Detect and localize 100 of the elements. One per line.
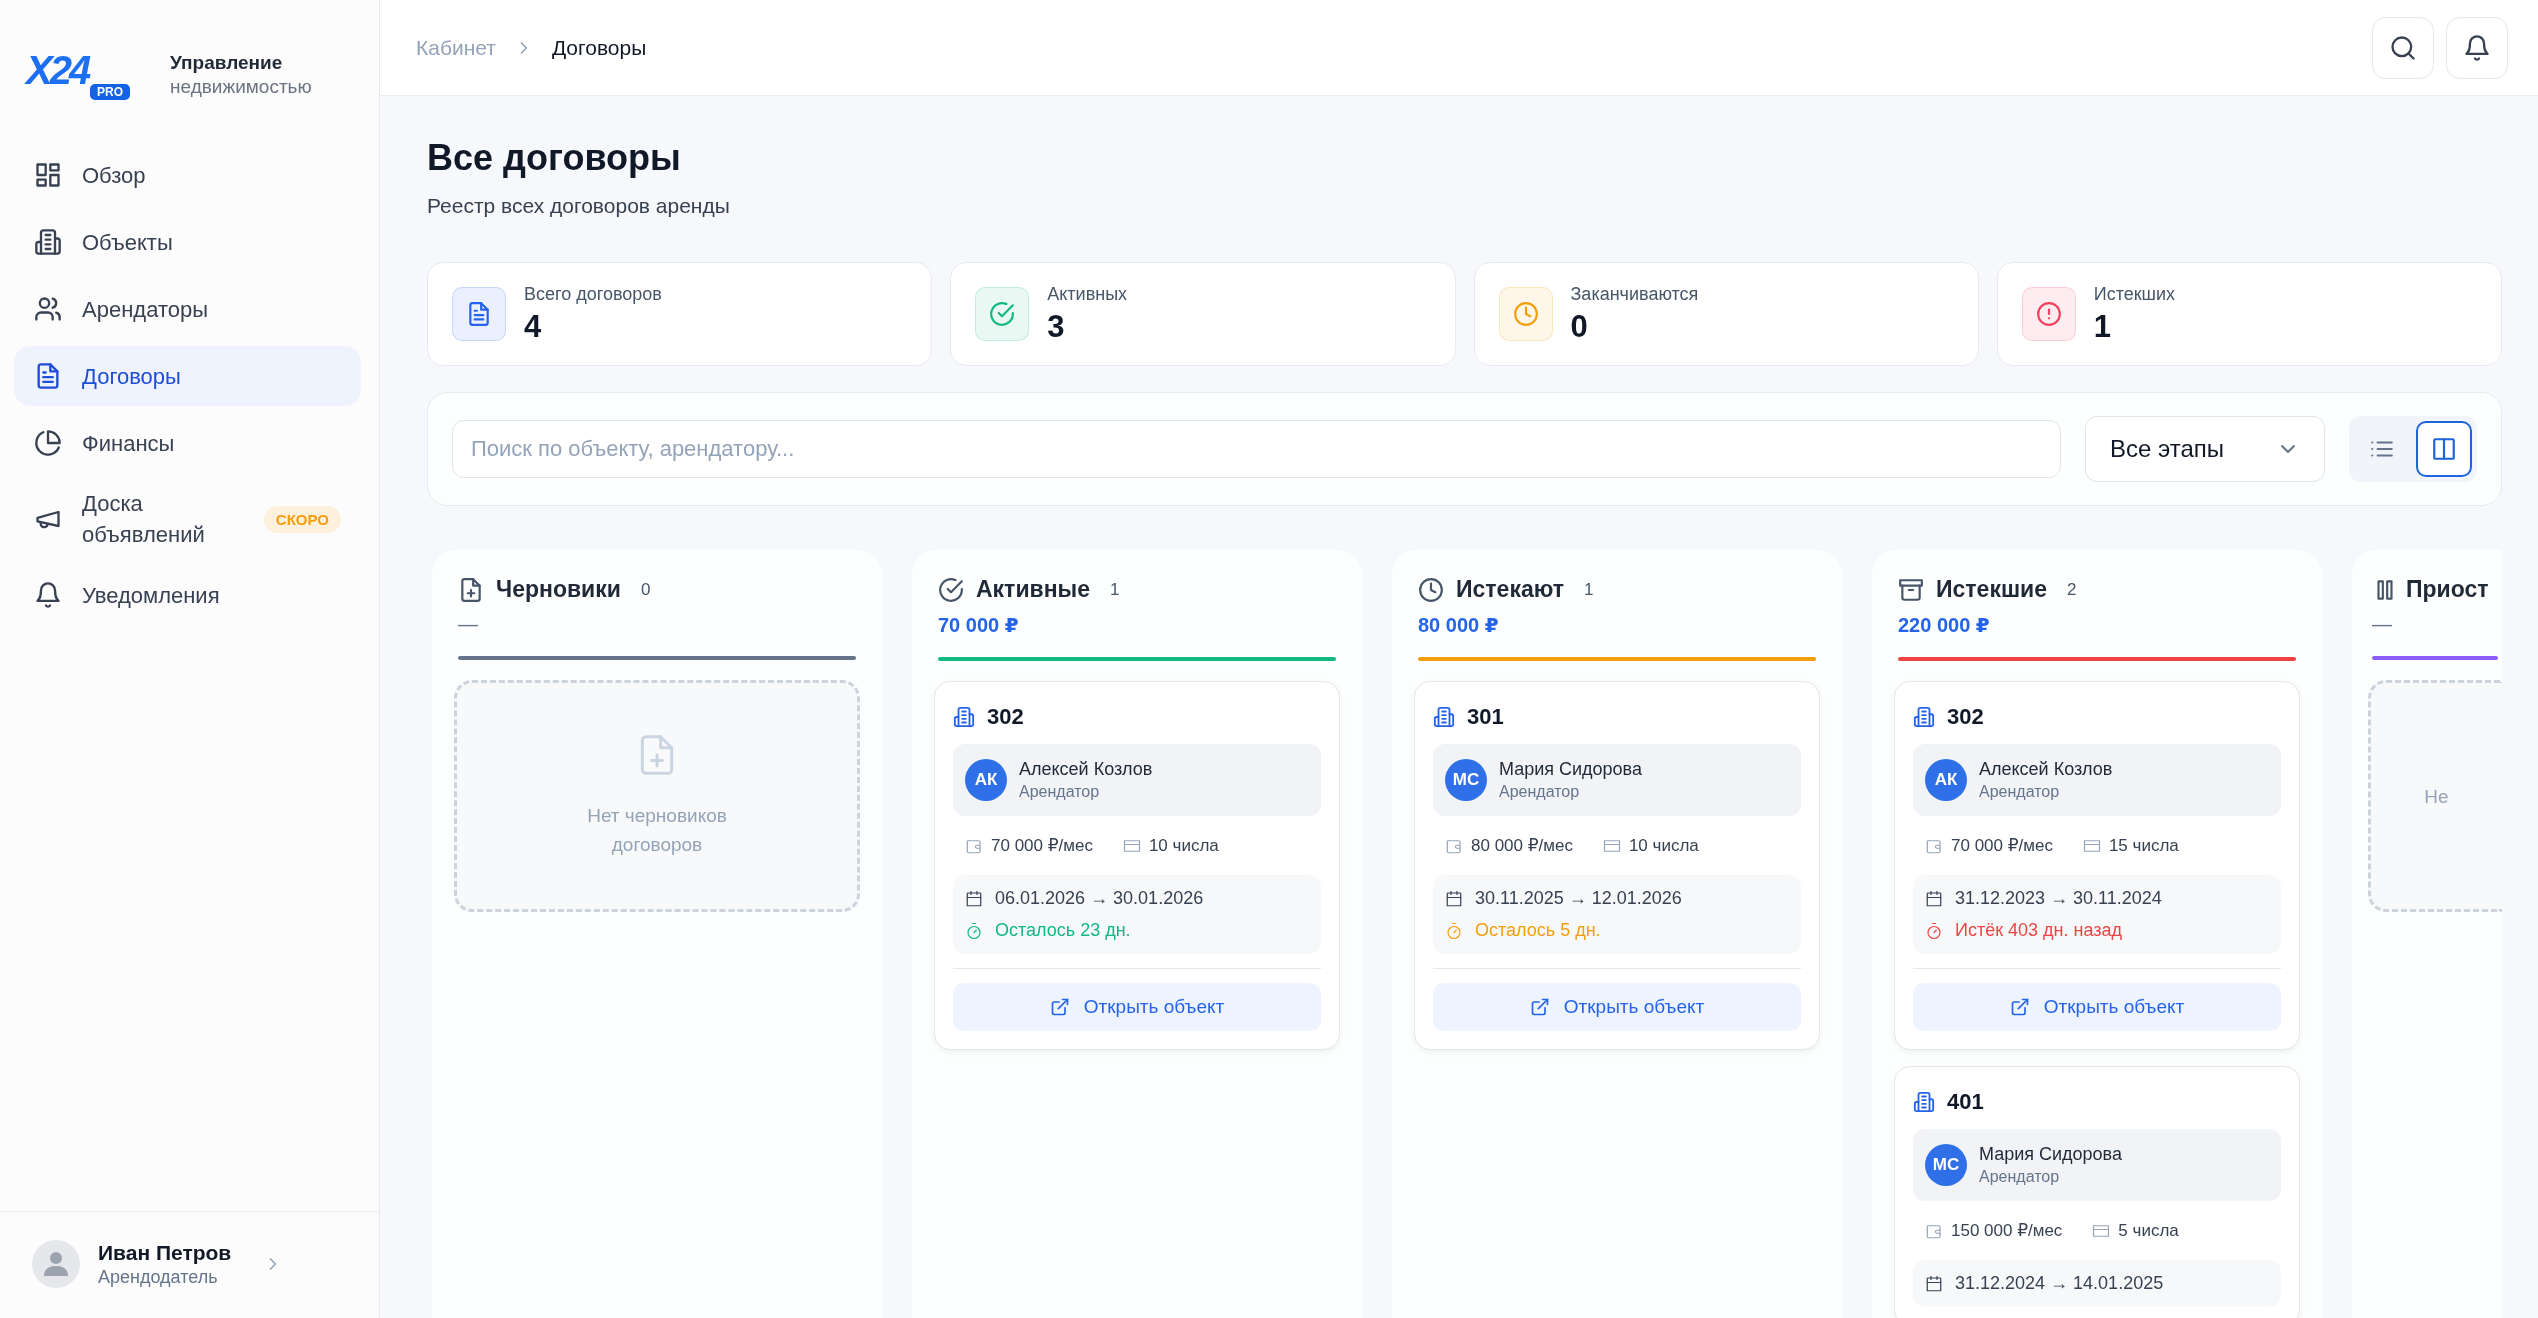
soon-badge: СКОРО	[263, 505, 341, 533]
bell-icon	[2463, 33, 2491, 62]
time-remaining: Осталось 23 дн.	[995, 920, 1131, 941]
check-circle-icon	[989, 301, 1016, 327]
column-title: Истекают	[1456, 576, 1564, 603]
payment-day: 5 числа	[2118, 1220, 2179, 1241]
contract-card[interactable]: 401 МС Мария Сидорова Арендатор 150 000 ₽/мес 5 числа 31.12.2024 → 14.01.2025	[1894, 1066, 2300, 1318]
notifications-button[interactable]	[2446, 16, 2508, 79]
stat-value: 0	[1570, 308, 1589, 345]
calendar-icon	[1925, 1274, 1943, 1293]
nav-item[interactable]: Финансы	[14, 413, 361, 473]
page-title: Все договоры	[427, 136, 682, 180]
stat-label: Всего договоров	[524, 283, 662, 305]
tenant-avatar: АК	[965, 759, 1007, 801]
column-total: 80 000 ₽	[1417, 613, 1500, 637]
breadcrumb-link[interactable]: Договоры	[551, 35, 647, 60]
nav-item[interactable]: Обзор	[14, 145, 361, 205]
tenant-name: Алексей Козлов	[1979, 759, 2113, 780]
calendar-icon	[1925, 889, 1943, 908]
avatar-icon	[32, 1240, 80, 1288]
column-count: 1	[1583, 578, 1595, 601]
nav-item[interactable]: Уведомления	[14, 565, 361, 625]
alert-icon	[2035, 301, 2062, 327]
brand-title: Управление	[170, 52, 284, 74]
tenant-role: Арендатор	[1979, 1168, 2061, 1186]
search-field[interactable]: Поиск по объекту, арендатору...	[452, 420, 2061, 478]
rent-amount: 70 000 ₽/мес	[1951, 835, 2053, 856]
column-title: Приост	[2406, 576, 2489, 603]
tenant-avatar: АК	[1925, 759, 1967, 801]
contract-card[interactable]: 302 АК Алексей Козлов Арендатор 70 000 ₽/мес 15 числа 31.12.2023 → 30.11.2024 Истёк 403 дн. назад Открыть объект	[1894, 681, 2300, 1050]
rent-amount: 80 000 ₽/мес	[1471, 835, 1573, 856]
stat-label: Активных	[1047, 283, 1128, 305]
contract-period: 30.11.2025 → 12.01.2026	[1475, 888, 1682, 909]
tenant-name: Мария Сидорова	[1499, 759, 1642, 780]
contract-card[interactable]: 301 МС Мария Сидорова Арендатор 80 000 ₽/мес 10 числа 30.11.2025 → 12.01.2026 Осталось 5 дн. Открыть объект	[1414, 681, 1820, 1050]
column-total: —	[457, 613, 479, 636]
unit-number: 401	[1947, 1089, 1984, 1115]
pie-chart-icon	[34, 429, 62, 457]
calendar-icon	[1445, 889, 1463, 908]
stat-value: 4	[524, 308, 543, 345]
tenant-name: Алексей Козлов	[1019, 759, 1153, 780]
user-name: Иван Петров	[98, 1240, 232, 1265]
column-count: 1	[1109, 578, 1121, 601]
nav-item[interactable]: Договоры	[14, 346, 361, 406]
contract-card[interactable]: 302 АК Алексей Козлов Арендатор 70 000 ₽/мес 10 числа 06.01.2026 → 30.01.2026 Осталось 23 дн. Открыть объект	[934, 681, 1340, 1050]
open-property-button[interactable]: Открыть объект	[1913, 983, 2281, 1031]
unit-number: 302	[1947, 704, 1984, 730]
contract-period: 31.12.2023 → 30.11.2024	[1955, 888, 2162, 909]
board-view-button[interactable]	[2416, 421, 2472, 477]
clock-icon	[1512, 301, 1539, 327]
user-menu[interactable]: Иван Петров Арендодатель	[0, 1211, 379, 1318]
contract-period: 06.01.2026 → 30.01.2026	[995, 888, 1204, 909]
column-count: 0	[639, 578, 652, 601]
check-circle-icon	[938, 576, 964, 603]
external-link-icon	[2009, 997, 2030, 1017]
timer-icon	[1925, 921, 1943, 940]
column-title: Истекшие	[1936, 576, 2047, 603]
open-property-button[interactable]: Открыть объект	[1433, 983, 1801, 1031]
contract-period: 31.12.2024 → 14.01.2025	[1955, 1273, 2164, 1294]
tenant-name: Мария Сидорова	[1979, 1144, 2122, 1165]
rent-amount: 150 000 ₽/мес	[1951, 1220, 2063, 1241]
stat-value: 3	[1047, 308, 1066, 345]
building-icon	[34, 228, 62, 256]
column-total: —	[2371, 613, 2393, 636]
nav-item[interactable]: Доска объявлений СКОРО	[14, 480, 361, 558]
time-remaining: Истёк 403 дн. назад	[1955, 920, 2123, 941]
stage-dropdown[interactable]: Все этапы	[2085, 416, 2325, 482]
tenant-role: Арендатор	[1499, 783, 1581, 801]
timer-icon	[965, 921, 983, 940]
bell-icon	[34, 581, 62, 609]
search-icon	[2389, 33, 2417, 62]
column-count: 2	[2066, 578, 2078, 601]
nav-item[interactable]: Объекты	[14, 212, 361, 272]
rent-amount: 70 000 ₽/мес	[991, 835, 1093, 856]
empty-message: Не	[2424, 784, 2449, 809]
brand-subtitle: недвижимостью	[170, 76, 312, 98]
user-role: Арендодатель	[98, 1266, 219, 1288]
column-total: 220 000 ₽	[1897, 613, 1991, 637]
archive-icon	[1898, 576, 1924, 603]
board-view-icon	[2431, 436, 2457, 462]
payment-day: 10 числа	[1148, 835, 1219, 856]
time-remaining: Осталось 5 дн.	[1475, 920, 1601, 941]
empty-message: Нет черновиков договоров	[586, 804, 728, 857]
building-icon	[1913, 706, 1935, 728]
calendar-icon	[965, 889, 983, 908]
logo[interactable]: X24 PRO	[26, 50, 130, 100]
timer-icon	[1445, 921, 1463, 940]
page-subtitle: Реестр всех договоров аренды	[427, 194, 731, 218]
nav-item[interactable]: Арендаторы	[14, 279, 361, 339]
users-icon	[34, 295, 62, 323]
document-icon	[466, 301, 492, 327]
column-title: Черновики	[496, 576, 621, 603]
search-button[interactable]	[2372, 16, 2434, 79]
external-link-icon	[1529, 997, 1550, 1017]
clock-icon	[1418, 576, 1444, 603]
open-property-button[interactable]: Открыть объект	[953, 983, 1321, 1031]
stat-value: 1	[2093, 308, 2112, 345]
building-icon	[953, 706, 975, 728]
tenant-avatar: МС	[1445, 759, 1487, 801]
tenant-role: Арендатор	[1979, 783, 2061, 801]
